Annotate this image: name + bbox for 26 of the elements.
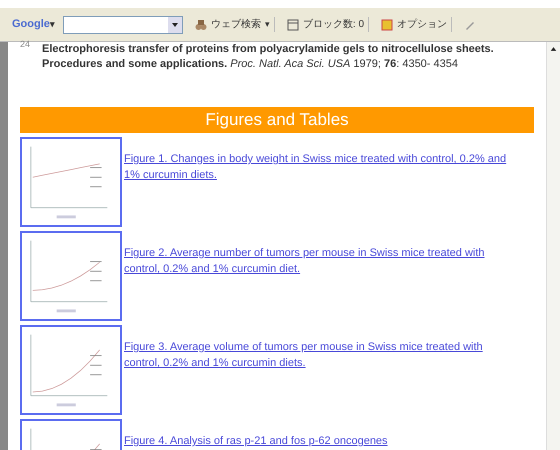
chart-thumbnail[interactable]	[20, 137, 122, 227]
block-button[interactable]: ブロック数: 0	[282, 17, 370, 32]
window-icon	[286, 18, 299, 30]
button-label: ブロック数: 0	[302, 18, 364, 32]
section-header: Figures and Tables	[20, 107, 534, 133]
figure-link[interactable]: Figure 3. Average volume of tumors per mouse in Swiss mice treated with control, 0.2% and 1% curcumin diets.	[124, 325, 534, 371]
reference-text: Electrophoresis transfer of proteins from polyacrylamide gels to nitrocellulose sheets. Procedures and some applications. Proc. Natl. Aca Sci. USA 1979; 76: 4350- 4354	[42, 42, 495, 72]
chart-thumbnail[interactable]	[20, 325, 122, 415]
figure-link[interactable]: Figure 4. Analysis of ras p-21 and fos p-62 oncogenes	[124, 419, 412, 449]
options-icon	[381, 18, 394, 30]
button-label: ウェブ検索	[210, 18, 261, 32]
binoculars-icon	[194, 18, 207, 30]
scrollbar[interactable]	[546, 42, 560, 450]
caret-icon: ▾	[50, 18, 55, 32]
reference-number: 24	[20, 38, 32, 51]
caret-icon: ▾	[264, 18, 270, 32]
button-label: オプション	[397, 18, 448, 32]
search-field[interactable]	[62, 16, 183, 34]
dropdown-icon[interactable]	[168, 16, 182, 32]
search-button[interactable]: ウェブ検索 ▾	[190, 17, 275, 32]
options-button[interactable]: オプション	[377, 17, 452, 32]
chart-thumbnail[interactable]	[20, 231, 122, 321]
figure-link[interactable]: Figure 1. Changes in body weight in Swiss mice treated with control, 0.2% and 1% curcumin diets.	[124, 137, 534, 183]
figure-link[interactable]: Figure 2. Average number of tumors per mouse in Swiss mice treated with control, 0.2% and 1% curcumin diet.	[124, 231, 534, 277]
logo-text: Google	[12, 17, 50, 32]
google-logo-button[interactable]: Google▾	[12, 16, 55, 33]
